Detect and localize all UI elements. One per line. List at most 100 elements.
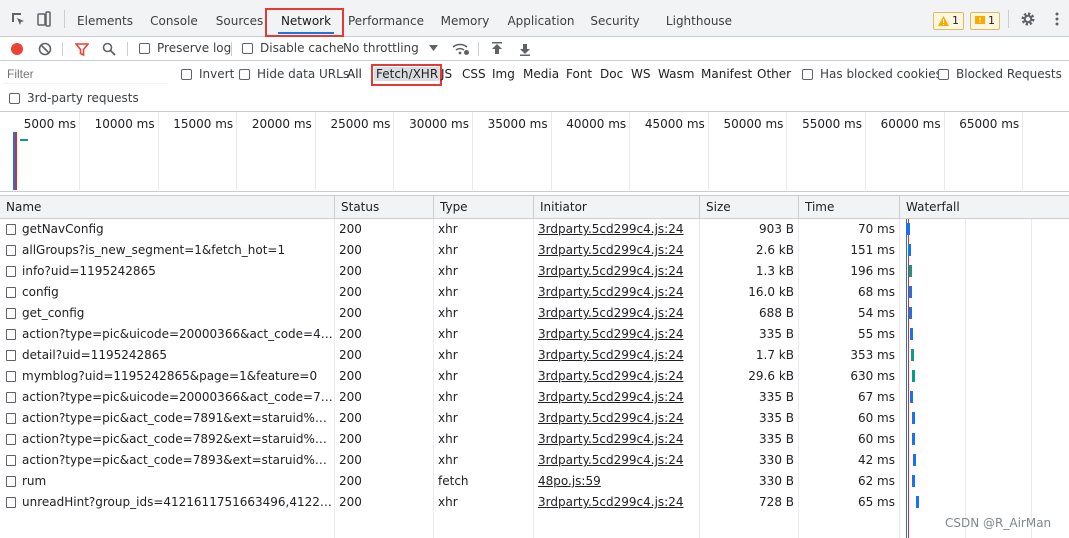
- request-name-cell[interactable]: config: [0, 282, 334, 303]
- table-row[interactable]: action?type=pic&act_code=7893&ext=starui…: [0, 450, 1069, 471]
- request-name-cell[interactable]: detail?uid=1195242865: [0, 345, 334, 366]
- column-header-time[interactable]: Time: [799, 196, 900, 219]
- size-cell: 330 B: [759, 474, 794, 488]
- load-event-marker: [15, 132, 17, 190]
- import-har-icon[interactable]: [490, 42, 504, 56]
- type-filter-js[interactable]: JS: [441, 67, 452, 81]
- request-name-cell[interactable]: info?uid=1195242865: [0, 261, 334, 282]
- request-name-cell[interactable]: action?type=pic&act_code=7891&ext=starui…: [0, 408, 334, 429]
- column-header-size[interactable]: Size: [700, 196, 799, 219]
- type-filter-manifest[interactable]: Manifest: [701, 67, 752, 81]
- initiator-link[interactable]: 3rdparty.5cd299c4.js:24: [538, 243, 684, 257]
- type-filter-font[interactable]: Font: [566, 67, 592, 81]
- search-icon[interactable]: [102, 42, 116, 56]
- initiator-link[interactable]: 3rdparty.5cd299c4.js:24: [538, 264, 684, 278]
- warnings-badge[interactable]: 1: [933, 12, 964, 30]
- size-cell: 335 B: [759, 411, 794, 425]
- export-har-icon[interactable]: [518, 42, 532, 56]
- issues-badge[interactable]: 1: [970, 12, 1000, 30]
- clear-icon[interactable]: [38, 42, 52, 56]
- tab-lighthouse[interactable]: Lighthouse: [663, 8, 735, 35]
- column-header-waterfall[interactable]: Waterfall: [900, 196, 1069, 219]
- initiator-link[interactable]: 3rdparty.5cd299c4.js:24: [538, 348, 684, 362]
- initiator-link[interactable]: 3rdparty.5cd299c4.js:24: [538, 369, 684, 383]
- request-name-cell[interactable]: action?type=pic&uicode=20000366&act_code…: [0, 324, 334, 345]
- table-row[interactable]: action?type=pic&act_code=7891&ext=starui…: [0, 408, 1069, 429]
- initiator-link[interactable]: 3rdparty.5cd299c4.js:24: [538, 222, 684, 236]
- initiator-link[interactable]: 48po.js:59: [538, 474, 601, 488]
- tab-memory[interactable]: Memory: [437, 8, 493, 35]
- type-filter-media[interactable]: Media: [523, 67, 559, 81]
- timeline-overview[interactable]: 5000 ms 10000 ms 15000 ms 20000 ms 25000 ms 3…: [0, 112, 1069, 192]
- time-cell: 42 ms: [857, 453, 895, 467]
- table-row[interactable]: mymblog?uid=1195242865&page=1&feature=0 2…: [0, 366, 1069, 387]
- column-header-status[interactable]: Status: [335, 196, 434, 219]
- table-row[interactable]: detail?uid=1195242865 200 xhr 3rdparty.5cd2…: [0, 345, 1069, 366]
- table-row[interactable]: rum 200 fetch 48po.js:59 330 B 62 ms: [0, 471, 1069, 492]
- request-name-cell[interactable]: allGroups?is_new_segment=1&fetch_hot=1: [0, 240, 334, 261]
- table-row[interactable]: allGroups?is_new_segment=1&fetch_hot=1 20…: [0, 240, 1069, 261]
- table-row[interactable]: get_config 200 xhr 3rdparty.5cd299c4.js:24 6…: [0, 303, 1069, 324]
- request-name-cell[interactable]: action?type=pic&act_code=7892&ext=starui…: [0, 429, 334, 450]
- type-filter-css[interactable]: CSS: [462, 67, 486, 81]
- request-name-cell[interactable]: rum: [0, 471, 334, 492]
- tab-performance[interactable]: Performance: [346, 8, 426, 35]
- initiator-link[interactable]: 3rdparty.5cd299c4.js:24: [538, 453, 684, 467]
- type-filter-doc[interactable]: Doc: [600, 67, 623, 81]
- table-row[interactable]: unreadHint?group_ids=4121611751663496,41…: [0, 492, 1069, 513]
- tab-console[interactable]: Console: [145, 8, 203, 35]
- third-party-requests-checkbox[interactable]: [9, 93, 20, 104]
- hide-data-urls-checkbox[interactable]: [239, 69, 250, 80]
- table-row[interactable]: config 200 xhr 3rdparty.5cd299c4.js:24 16.0 …: [0, 282, 1069, 303]
- waterfall-bar: [912, 433, 915, 445]
- throttling-select[interactable]: No throttling: [343, 41, 419, 55]
- initiator-link[interactable]: 3rdparty.5cd299c4.js:24: [538, 390, 684, 404]
- initiator-link[interactable]: 3rdparty.5cd299c4.js:24: [538, 285, 684, 299]
- tab-elements[interactable]: Elements: [75, 8, 135, 35]
- gear-icon[interactable]: [1020, 11, 1036, 27]
- column-header-name[interactable]: Name: [0, 196, 335, 219]
- request-name-cell[interactable]: action?type=pic&act_code=7893&ext=starui…: [0, 450, 334, 471]
- type-filter-other[interactable]: Other: [757, 67, 791, 81]
- tab-sources[interactable]: Sources: [212, 8, 267, 35]
- request-name-cell[interactable]: unreadHint?group_ids=4121611751663496,41…: [0, 492, 334, 513]
- initiator-link[interactable]: 3rdparty.5cd299c4.js:24: [538, 432, 684, 446]
- blocked-requests-checkbox[interactable]: [938, 69, 949, 80]
- filter-icon[interactable]: [75, 42, 89, 56]
- chevron-down-icon[interactable]: [429, 45, 438, 51]
- has-blocked-cookies-checkbox[interactable]: [802, 69, 813, 80]
- record-icon[interactable]: [10, 42, 24, 56]
- column-header-initiator[interactable]: Initiator: [534, 196, 700, 219]
- overview-tick-line: [79, 112, 80, 190]
- preserve-log-checkbox[interactable]: [139, 43, 150, 54]
- device-toolbar-icon[interactable]: [36, 11, 52, 27]
- filter-input[interactable]: [3, 65, 168, 84]
- initiator-link[interactable]: 3rdparty.5cd299c4.js:24: [538, 495, 684, 509]
- initiator-link[interactable]: 3rdparty.5cd299c4.js:24: [538, 327, 684, 341]
- table-row[interactable]: info?uid=1195242865 200 xhr 3rdparty.5cd299…: [0, 261, 1069, 282]
- initiator-link[interactable]: 3rdparty.5cd299c4.js:24: [538, 306, 684, 320]
- request-name-cell[interactable]: getNavConfig: [0, 219, 334, 240]
- more-options-icon[interactable]: [1049, 11, 1065, 27]
- request-name-cell[interactable]: get_config: [0, 303, 334, 324]
- disable-cache-label: Disable cache: [260, 41, 344, 55]
- column-header-type[interactable]: Type: [434, 196, 534, 219]
- inspect-element-icon[interactable]: [10, 11, 26, 27]
- type-filter-wasm[interactable]: Wasm: [658, 67, 694, 81]
- type-filter-ws[interactable]: WS: [631, 67, 650, 81]
- request-name-cell[interactable]: mymblog?uid=1195242865&page=1&feature=0: [0, 366, 334, 387]
- type-filter-all[interactable]: All: [347, 67, 362, 81]
- tab-application[interactable]: Application: [504, 8, 578, 35]
- table-row[interactable]: action?type=pic&uicode=20000366&act_code…: [0, 324, 1069, 345]
- table-row[interactable]: getNavConfig 200 xhr 3rdparty.5cd299c4.js:2…: [0, 219, 1069, 240]
- table-row[interactable]: action?type=pic&uicode=20000366&act_code…: [0, 387, 1069, 408]
- request-name: mymblog?uid=1195242865&page=1&feature=0: [22, 369, 318, 383]
- invert-checkbox[interactable]: [181, 69, 192, 80]
- type-filter-img[interactable]: Img: [492, 67, 515, 81]
- tab-security[interactable]: Security: [588, 8, 642, 35]
- disable-cache-checkbox[interactable]: [242, 43, 253, 54]
- table-row[interactable]: action?type=pic&act_code=7892&ext=starui…: [0, 429, 1069, 450]
- network-conditions-icon[interactable]: [452, 42, 470, 56]
- request-name-cell[interactable]: action?type=pic&uicode=20000366&act_code…: [0, 387, 334, 408]
- initiator-link[interactable]: 3rdparty.5cd299c4.js:24: [538, 411, 684, 425]
